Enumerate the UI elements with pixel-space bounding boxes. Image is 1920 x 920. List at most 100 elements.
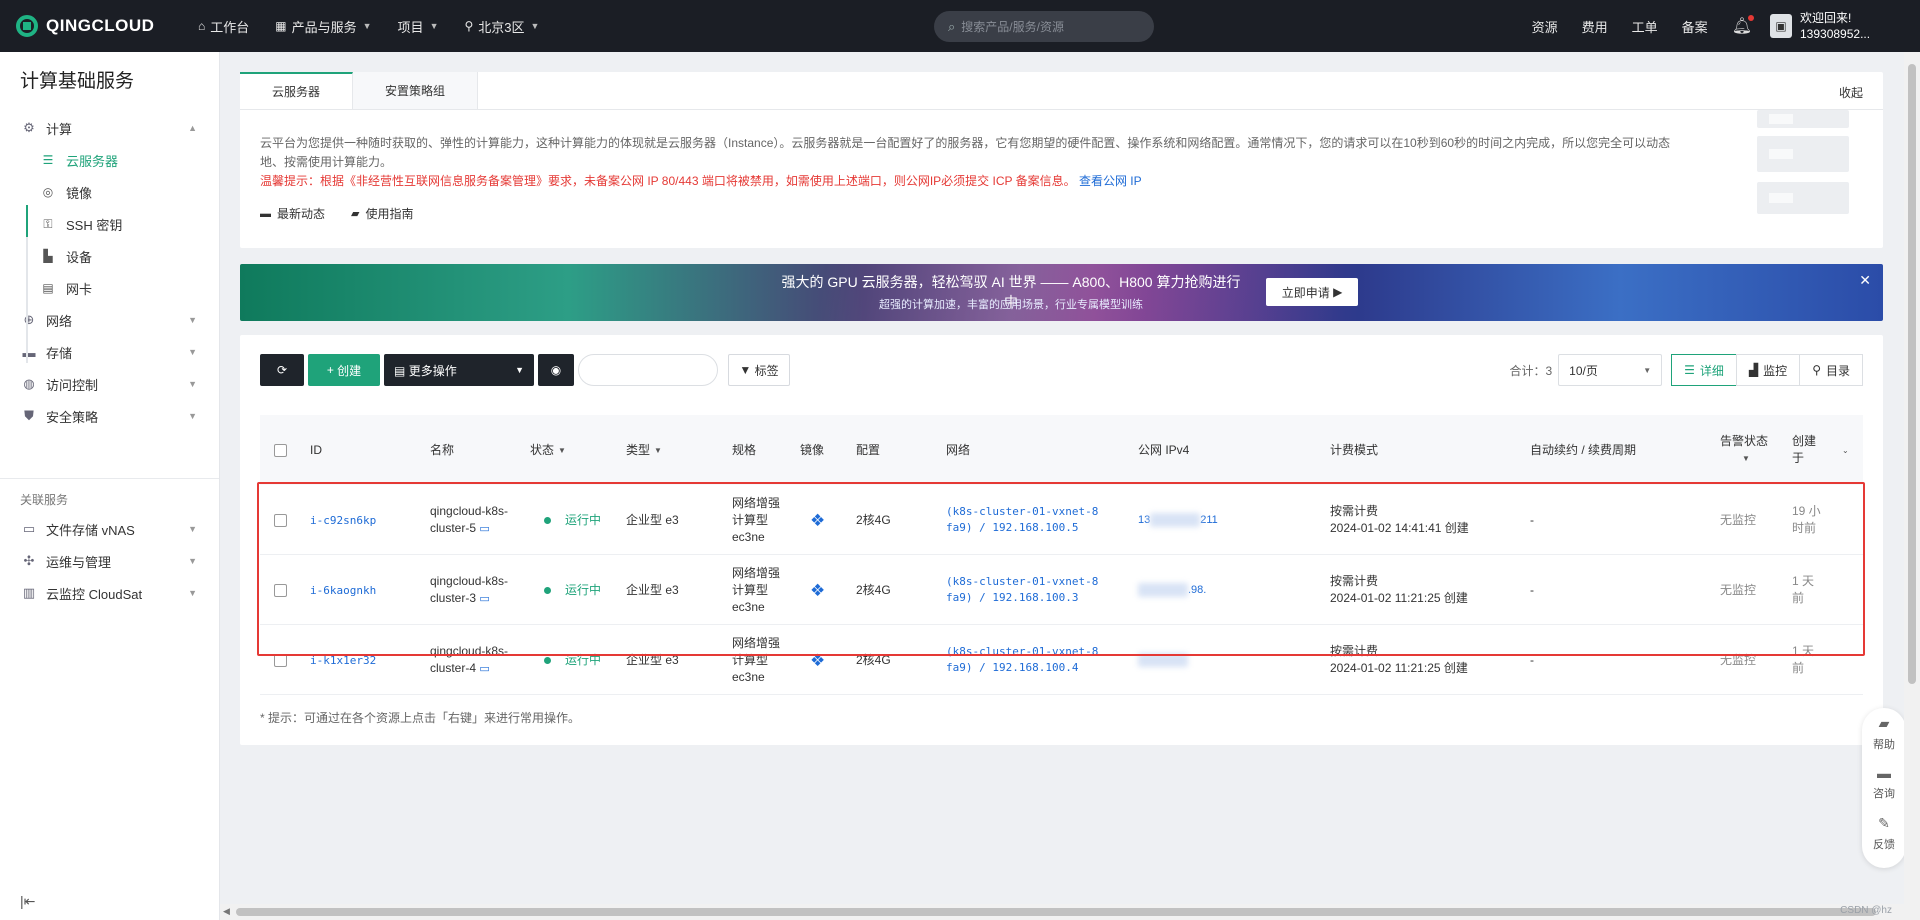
sidebar-item-ssh-keys[interactable]: ⚿ SSH 密钥: [0, 208, 219, 240]
nav-project[interactable]: 项目 ▼: [398, 17, 439, 36]
instance-id-link[interactable]: i-c92sn6kp: [310, 512, 376, 529]
created-cell: 19 小时前: [1792, 485, 1828, 555]
billing-mode: 按需计费: [1330, 504, 1379, 518]
watermark: CSDN @hz: [1840, 905, 1892, 916]
user-text: 欢迎回来! 139308952...: [1800, 10, 1870, 42]
header-created-sort[interactable]: ⌄: [1838, 415, 1849, 485]
collapse-button[interactable]: 收起: [1839, 84, 1863, 101]
page-size-select[interactable]: 10/页 ▼: [1558, 354, 1663, 386]
sidebar-group-vnas[interactable]: ▭ 文件存储 vNAS ▼: [0, 513, 219, 545]
link-icp[interactable]: 备案: [1682, 17, 1708, 36]
instance-id-link[interactable]: i-6kaognkh: [310, 582, 376, 599]
sidebar-group-security[interactable]: ⛊ 安全策略 ▼: [0, 400, 219, 432]
vnc-console-icon[interactable]: ▭: [479, 523, 489, 535]
sidebar-item-instances[interactable]: ☰ 云服务器: [0, 144, 219, 176]
tab-instances[interactable]: 云服务器: [240, 72, 354, 109]
sidebar-group-storage[interactable]: ▬ 存储 ▼: [0, 336, 219, 368]
sidebar-item-devices[interactable]: ▙ 设备: [0, 240, 219, 272]
news-link[interactable]: ▬ 最新动态: [260, 205, 325, 222]
sidebar-group-cloudsat[interactable]: ▥ 云监控 CloudSat ▼: [0, 577, 219, 609]
gpu-promo-banner[interactable]: 强大的 GPU 云服务器，轻松驾驭 AI 世界 —— A800、H800 算力抢…: [240, 264, 1883, 321]
header-config: 配置: [856, 442, 881, 457]
spec-line: 网络增强: [732, 635, 781, 650]
ip-suffix[interactable]: .98.: [1188, 582, 1206, 599]
scroll-left-icon[interactable]: ◀: [223, 906, 230, 917]
search-input[interactable]: [961, 19, 1142, 34]
kubernetes-icon[interactable]: ❖: [810, 582, 825, 599]
ip-prefix[interactable]: 13: [1138, 512, 1150, 529]
nav-region[interactable]: ⚲ 北京3区 ▼: [464, 17, 539, 36]
eye-toggle-button[interactable]: ◉: [538, 354, 574, 386]
close-icon[interactable]: ✕: [1859, 272, 1871, 289]
ip-suffix[interactable]: 211: [1200, 512, 1218, 529]
link-billing[interactable]: 费用: [1582, 17, 1608, 36]
help-button[interactable]: ▰ 帮助: [1862, 708, 1906, 758]
item-label: 镜像: [66, 185, 93, 201]
vxnet-link[interactable]: (k8s-cluster-01-vxnet-8 fa9) / 192.168.10…: [946, 644, 1098, 676]
table-row[interactable]: i-c92sn6kp qingcloud-k8s-cluster-5 ▭ 运行中…: [260, 485, 1863, 555]
sidebar-group-network[interactable]: ⊕ 网络 ▼: [0, 304, 219, 336]
sidebar-group-access[interactable]: ◍ 访问控制 ▼: [0, 368, 219, 400]
sidebar-group-compute[interactable]: ⚙ 计算 ▲: [0, 112, 219, 144]
scroll-thumb[interactable]: [236, 908, 1876, 916]
header-alarm[interactable]: 告警状态 ▼: [1720, 415, 1768, 485]
row-checkbox[interactable]: [274, 583, 287, 597]
apply-now-button[interactable]: 立即申请 ▶: [1266, 278, 1358, 306]
create-button[interactable]: + 创建: [308, 354, 380, 386]
tags-button[interactable]: ▼ 标签: [728, 354, 790, 386]
nav-workbench[interactable]: ⌂ 工作台: [198, 17, 249, 36]
banner-subtitle: 超强的计算加速，丰富的应用场景，行业专属模型训练: [879, 299, 1143, 311]
vxnet-link[interactable]: (k8s-cluster-01-vxnet-8 fa9) / 192.168.10…: [946, 574, 1098, 606]
consult-button[interactable]: ▬ 咨询: [1862, 758, 1906, 808]
view-public-ip-link[interactable]: 查看公网 IP: [1079, 174, 1142, 188]
config-cell: 2核4G: [856, 512, 891, 527]
vxnet-link[interactable]: (k8s-cluster-01-vxnet-8 fa9) / 192.168.10…: [946, 504, 1098, 536]
filter-search-input[interactable]: [578, 354, 718, 386]
vnc-console-icon[interactable]: ▭: [479, 663, 489, 675]
instance-id-link[interactable]: i-k1x1er32: [310, 652, 376, 669]
row-checkbox[interactable]: [274, 513, 287, 527]
collapse-sidebar-icon[interactable]: |⇤: [20, 893, 35, 910]
main-content: 云服务器 安置策略组 收起 云平台为您提供一种随时获取的、弹性的计算能力，这种计…: [240, 72, 1883, 745]
kubernetes-icon[interactable]: ❖: [810, 512, 825, 529]
view-detail-button[interactable]: ☰ 详细: [1671, 354, 1737, 386]
sidebar-item-images[interactable]: ◎ 镜像: [0, 176, 219, 208]
table-row[interactable]: i-k1x1er32 qingcloud-k8s-cluster-4 ▭ 运行中…: [260, 625, 1863, 695]
guide-link[interactable]: ▰ 使用指南: [351, 205, 413, 222]
user-menu[interactable]: ▣ 欢迎回来! 139308952...: [1770, 10, 1920, 42]
sort-icon: ▼: [654, 445, 662, 455]
instances-table: ID 名称 状态 ▼ 类型 ▼ 规格 镜像 配置 网络 公网 IPv4 计费模式 自…: [260, 415, 1863, 695]
header-type[interactable]: 类型 ▼: [626, 415, 662, 485]
nav-products[interactable]: ▦ 产品与服务 ▼: [275, 17, 371, 36]
bell-icon[interactable]: 🔔︎: [1732, 15, 1754, 36]
chevron-down-icon: ▼: [188, 379, 197, 389]
group-label: 云监控 CloudSat: [46, 586, 143, 602]
tab-placement-groups[interactable]: 安置策略组: [353, 72, 479, 109]
float-label: 反馈: [1873, 838, 1895, 851]
icp-warning: 温馨提示：根据《非经营性互联网信息服务备案管理》要求，未备案公网 IP 80/4…: [260, 172, 1680, 191]
vertical-scrollbar[interactable]: [1904, 52, 1920, 920]
row-checkbox[interactable]: [274, 653, 287, 667]
view-directory-button[interactable]: ⚲ 目录: [1799, 354, 1863, 386]
vnc-console-icon[interactable]: ▭: [479, 593, 489, 605]
select-all-checkbox[interactable]: [274, 443, 287, 457]
status-cell: 运行中: [544, 625, 601, 695]
refresh-button[interactable]: ⟳: [260, 354, 304, 386]
instance-name: qingcloud-k8s-cluster-5 ▭: [430, 503, 508, 538]
feedback-button[interactable]: ✎ 反馈: [1862, 808, 1906, 858]
horizontal-scrollbar[interactable]: ◀: [220, 904, 1904, 920]
link-tickets[interactable]: 工单: [1632, 17, 1658, 36]
link-resources[interactable]: 资源: [1532, 17, 1558, 36]
chevron-down-icon: ▼: [188, 588, 197, 598]
logo[interactable]: QINGCLOUD: [16, 15, 176, 37]
kubernetes-icon[interactable]: ❖: [810, 652, 825, 669]
table-row[interactable]: i-6kaognkh qingcloud-k8s-cluster-3 ▭ 运行中…: [260, 555, 1863, 625]
sidebar-item-nic[interactable]: ▤ 网卡: [0, 272, 219, 304]
billing-text: 按需计费 2024-01-02 14:41:41 创建: [1330, 503, 1469, 537]
sidebar-group-ops[interactable]: ✣ 运维与管理 ▼: [0, 545, 219, 577]
scroll-thumb[interactable]: [1908, 64, 1916, 684]
sidebar: 计算基础服务 ⚙ 计算 ▲ ☰ 云服务器 ◎ 镜像 ⚿ SSH 密钥 ▙ 设备 …: [0, 52, 220, 920]
header-status[interactable]: 状态 ▼: [530, 415, 566, 485]
more-actions-dropdown[interactable]: ▤ 更多操作 ▼: [384, 354, 534, 386]
view-monitor-button[interactable]: ▟ 监控: [1735, 354, 1801, 386]
